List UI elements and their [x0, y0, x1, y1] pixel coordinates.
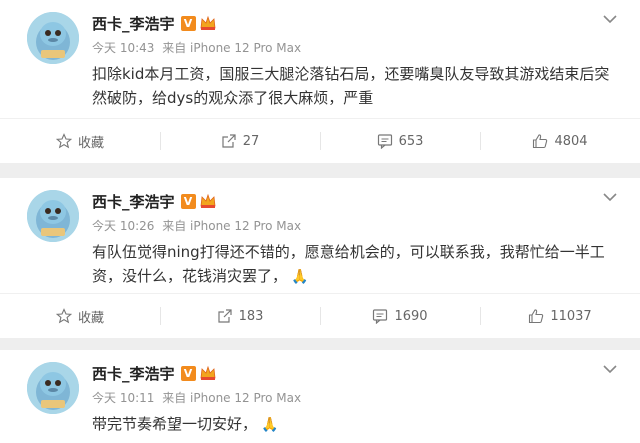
username[interactable]: 西卡_李浩宇 — [92, 363, 175, 384]
post-source: 来自 iPhone 12 Pro Max — [162, 391, 302, 405]
post-time[interactable]: 今天 10:11 — [92, 391, 154, 405]
pray-emoji-icon: 🙏 — [291, 269, 309, 285]
comment-count: 1690 — [394, 308, 428, 324]
post-text-body: 有队伍觉得ning打得还不错的，愿意给机会的，可以联系我，我帮忙给一半工资，没什… — [92, 243, 605, 285]
favorite-button[interactable]: 收藏 — [0, 119, 160, 163]
author-row: 西卡_李浩宇 V — [92, 190, 217, 212]
post-text-body: 扣除kid本月工资，国服三大腿沦落钻石局，还要嘴臭队友导致其游戏结束后突然破防，… — [92, 65, 610, 107]
post-time[interactable]: 今天 10:26 — [92, 219, 154, 233]
post-text-body: 带完节奏希望一切安好， — [92, 415, 258, 433]
avatar[interactable] — [27, 362, 79, 414]
like-button[interactable]: 11037 — [480, 294, 640, 338]
comment-bubble-icon — [377, 133, 393, 149]
verified-badge: V — [180, 365, 196, 381]
post-text: 有队伍觉得ning打得还不错的，愿意给机会的，可以联系我，我帮忙给一半工资，没什… — [92, 240, 622, 289]
comment-button[interactable]: 1690 — [320, 294, 480, 338]
avatar[interactable] — [27, 190, 79, 242]
share-arrow-icon — [221, 133, 237, 149]
post-source: 来自 iPhone 12 Pro Max — [162, 41, 302, 55]
repost-button[interactable]: 27 — [160, 119, 320, 163]
member-crown-icon[interactable] — [199, 365, 217, 381]
like-count: 4804 — [554, 133, 588, 149]
chevron-down-icon[interactable] — [602, 192, 618, 202]
favorite-button[interactable]: 收藏 — [0, 294, 160, 338]
repost-count: 183 — [238, 308, 264, 324]
favorite-label: 收藏 — [77, 135, 104, 151]
post-meta: 今天 10:43 来自 iPhone 12 Pro Max — [92, 39, 305, 56]
action-bar: 收藏 183 1690 11037 — [0, 293, 640, 338]
thumbs-up-icon — [528, 308, 544, 324]
post-source: 来自 iPhone 12 Pro Max — [162, 219, 302, 233]
star-icon — [55, 308, 72, 324]
repost-button[interactable]: 183 — [160, 294, 320, 338]
post-text: 扣除kid本月工资，国服三大腿沦落钻石局，还要嘴臭队友导致其游戏结束后突然破防，… — [92, 62, 622, 110]
like-count: 11037 — [550, 308, 592, 324]
comment-count: 653 — [398, 133, 424, 149]
star-icon — [55, 133, 72, 149]
chevron-down-icon[interactable] — [602, 364, 618, 374]
avatar[interactable] — [27, 12, 79, 64]
favorite-label: 收藏 — [77, 310, 104, 326]
weibo-post: 西卡_李浩宇 V 今天 10:11 来自 iPhone 12 Pro Max 带… — [0, 350, 640, 443]
post-time[interactable]: 今天 10:43 — [92, 41, 154, 55]
weibo-post: 西卡_李浩宇 V 今天 10:43 来自 iPhone 12 Pro Max 扣… — [0, 0, 640, 163]
post-text: 带完节奏希望一切安好， 🙏 — [92, 412, 622, 437]
verified-badge: V — [180, 15, 196, 31]
username[interactable]: 西卡_李浩宇 — [92, 191, 175, 212]
comment-button[interactable]: 653 — [320, 119, 480, 163]
weibo-post: 西卡_李浩宇 V 今天 10:26 来自 iPhone 12 Pro Max 有… — [0, 178, 640, 338]
username[interactable]: 西卡_李浩宇 — [92, 13, 175, 34]
author-row: 西卡_李浩宇 V — [92, 362, 217, 384]
action-bar: 收藏 27 653 4804 — [0, 118, 640, 163]
comment-bubble-icon — [372, 308, 388, 324]
chevron-down-icon[interactable] — [602, 14, 618, 24]
share-arrow-icon — [217, 308, 233, 324]
post-meta: 今天 10:11 来自 iPhone 12 Pro Max — [92, 389, 305, 406]
repost-count: 27 — [242, 133, 260, 149]
author-row: 西卡_李浩宇 V — [92, 12, 217, 34]
verified-badge: V — [180, 193, 196, 209]
member-crown-icon[interactable] — [199, 193, 217, 209]
like-button[interactable]: 4804 — [480, 119, 640, 163]
post-meta: 今天 10:26 来自 iPhone 12 Pro Max — [92, 217, 305, 234]
pray-emoji-icon: 🙏 — [261, 417, 279, 433]
member-crown-icon[interactable] — [199, 15, 217, 31]
thumbs-up-icon — [532, 133, 548, 149]
